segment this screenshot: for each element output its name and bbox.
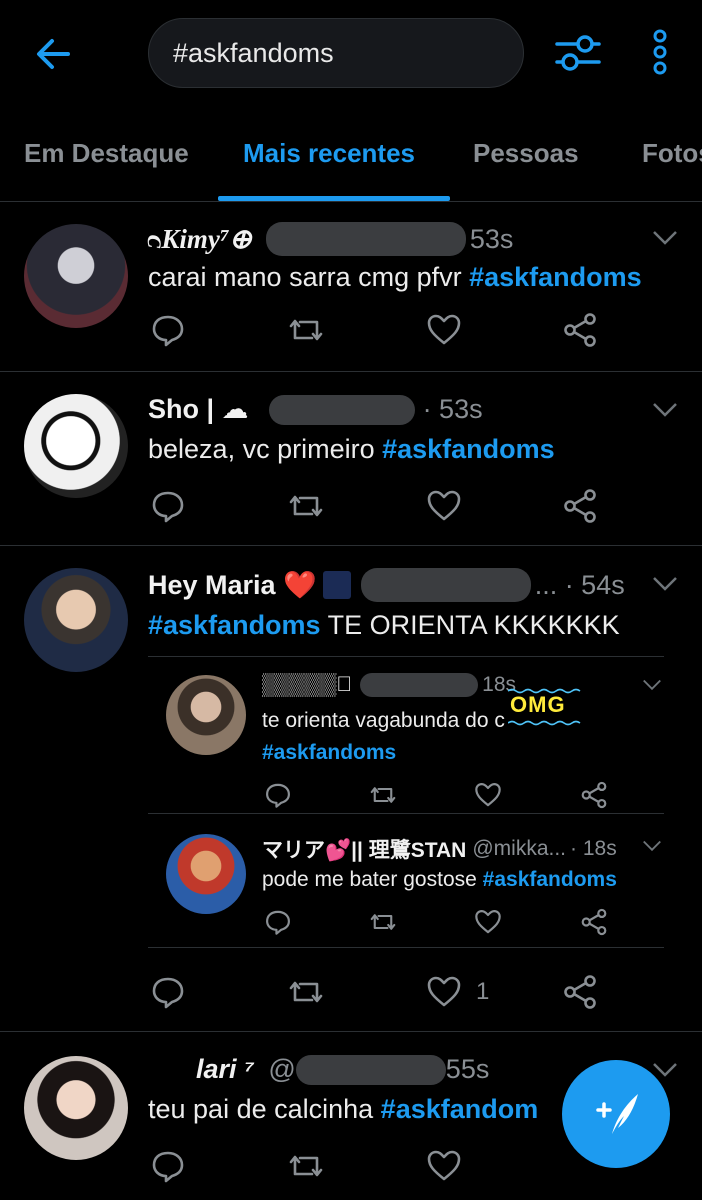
tab-fotos[interactable]: Fotos [642, 138, 702, 169]
redacted-handle [360, 673, 479, 697]
search-input[interactable]: #askfandoms [148, 18, 524, 88]
reply-icon[interactable] [150, 1148, 186, 1184]
tweet-actions: 1 [150, 974, 610, 1014]
redacted-handle [268, 394, 415, 425]
search-tabs: Em Destaque Mais recentes Pessoas Fotos [0, 118, 702, 202]
tweet-text: #askfandoms TE ORIENTA KKKKKKK [148, 610, 620, 640]
tweet[interactable]: Sho | ☁ · 53s beleza, vc primeiro #askfa… [0, 372, 702, 546]
reply-icon[interactable] [264, 781, 292, 809]
search-query: #askfandoms [173, 37, 334, 68]
sticker-wave-decoration [508, 688, 581, 694]
tweet-time: · 18s [570, 837, 617, 860]
like-icon[interactable] [474, 781, 502, 809]
like-icon[interactable] [426, 488, 462, 524]
like-icon[interactable] [426, 1148, 462, 1184]
compose-icon [596, 1094, 638, 1134]
compose-tweet-button[interactable] [562, 1060, 670, 1168]
user-handle: @mikka... [472, 837, 567, 860]
tweet-text: te orienta vagabunda do c [262, 709, 505, 732]
quoted-reply[interactable]: ▒▒▒▒▒ᷟ 18s te orienta vagabunda do c #as… [148, 656, 664, 814]
chevron-down-icon[interactable] [652, 402, 678, 418]
avatar[interactable] [24, 1056, 128, 1160]
retweet-icon[interactable] [368, 781, 398, 809]
back-arrow-icon [37, 39, 70, 69]
reply-icon[interactable] [150, 488, 186, 524]
chevron-down-icon[interactable] [652, 576, 678, 592]
redacted-handle [360, 568, 531, 602]
active-tab-indicator [218, 196, 450, 201]
tab-mais-recentes[interactable]: Mais recentes [243, 138, 415, 169]
tweet-actions [264, 908, 607, 948]
share-icon[interactable] [580, 908, 608, 936]
hashtag-line: #askfandoms [262, 741, 396, 765]
display-name[interactable]: ❥ᷟ lari ⁷ [148, 1054, 254, 1085]
filter-sliders-icon [555, 35, 601, 71]
share-icon[interactable] [562, 312, 598, 348]
redacted-handle [265, 222, 466, 256]
tweet-text: pode me bater gostose #askfandoms [262, 868, 617, 891]
like-count: 1 [476, 978, 490, 1005]
reply-icon[interactable] [150, 974, 186, 1010]
more-options-button[interactable] [646, 28, 674, 76]
display-name[interactable]: ▒▒▒▒▒ᷟ [262, 673, 352, 697]
quoted-reply[interactable]: マリア💕|| 理鷺STAN @mikka... · 18s pode me ba… [148, 814, 664, 948]
tab-em-destaque[interactable]: Em Destaque [24, 138, 189, 169]
like-icon[interactable] [426, 974, 462, 1010]
retweet-icon[interactable] [286, 488, 326, 524]
tweet-text: teu pai de calcinha #askfandom [148, 1094, 539, 1124]
tab-pessoas[interactable]: Pessoas [473, 138, 579, 169]
reply-icon[interactable] [264, 908, 292, 936]
tweet-actions [150, 488, 610, 528]
tweet-text: carai mano sarra cmg pfvr #askfandoms [148, 262, 642, 292]
avatar[interactable] [24, 394, 128, 498]
tweet-time: ... · 54s [534, 569, 625, 600]
tweet[interactable]: ᴒKimy⁷⊕ 53s carai mano sarra cmg pfvr #a… [0, 202, 702, 372]
display-name[interactable]: マリア💕|| 理鷺STAN [262, 834, 466, 864]
share-icon[interactable] [580, 781, 608, 809]
hashtag-link[interactable]: #askfandoms [262, 741, 396, 764]
chevron-down-icon[interactable] [642, 679, 662, 691]
top-bar: #askfandoms [0, 0, 702, 110]
tweet-actions [150, 1148, 610, 1188]
reply-icon[interactable] [150, 312, 186, 348]
hashtag-link[interactable]: #askfandoms [148, 610, 321, 640]
user-handle: @ [268, 1054, 296, 1084]
like-icon[interactable] [474, 908, 502, 936]
more-vertical-icon [653, 29, 667, 75]
share-icon[interactable] [562, 974, 598, 1010]
retweet-icon[interactable] [286, 1148, 326, 1184]
avatar[interactable] [166, 834, 246, 914]
chevron-down-icon[interactable] [652, 230, 678, 246]
share-icon[interactable] [562, 488, 598, 524]
avatar[interactable] [24, 224, 128, 328]
tweet-time: 53s [469, 223, 514, 254]
display-name[interactable]: Sho | ☁ [148, 394, 249, 425]
retweet-icon[interactable] [286, 312, 326, 348]
like-icon[interactable] [426, 312, 462, 348]
retweet-icon[interactable] [286, 974, 326, 1010]
tweet-thread[interactable]: Hey Maria ❤️ ... · 54s #askfandoms TE OR… [0, 546, 702, 1032]
tweet-text: beleza, vc primeiro #askfandoms [148, 434, 555, 464]
display-name[interactable]: Hey Maria ❤️ [148, 569, 317, 601]
avatar[interactable] [24, 568, 128, 672]
hashtag-link[interactable]: #askfandoms [382, 434, 555, 464]
hashtag-link[interactable]: #askfandoms [469, 262, 642, 292]
chevron-down-icon[interactable] [642, 840, 662, 852]
redacted-handle [295, 1054, 446, 1085]
retweet-icon[interactable] [368, 908, 398, 936]
hashtag-link[interactable]: #askfandom [381, 1094, 539, 1124]
filter-button[interactable] [553, 30, 603, 76]
emoji [322, 571, 351, 599]
display-name[interactable]: ᴒKimy⁷⊕ [148, 224, 252, 255]
avatar[interactable] [166, 675, 246, 755]
tweet-time: 55s [445, 1054, 490, 1084]
tweet-actions [150, 312, 610, 352]
omg-sticker: OMG [510, 692, 566, 717]
hashtag-link[interactable]: #askfandoms [483, 868, 617, 891]
tweet-time: · 53s [422, 394, 483, 424]
sticker-wave-decoration [508, 720, 581, 726]
back-button[interactable] [32, 32, 76, 76]
